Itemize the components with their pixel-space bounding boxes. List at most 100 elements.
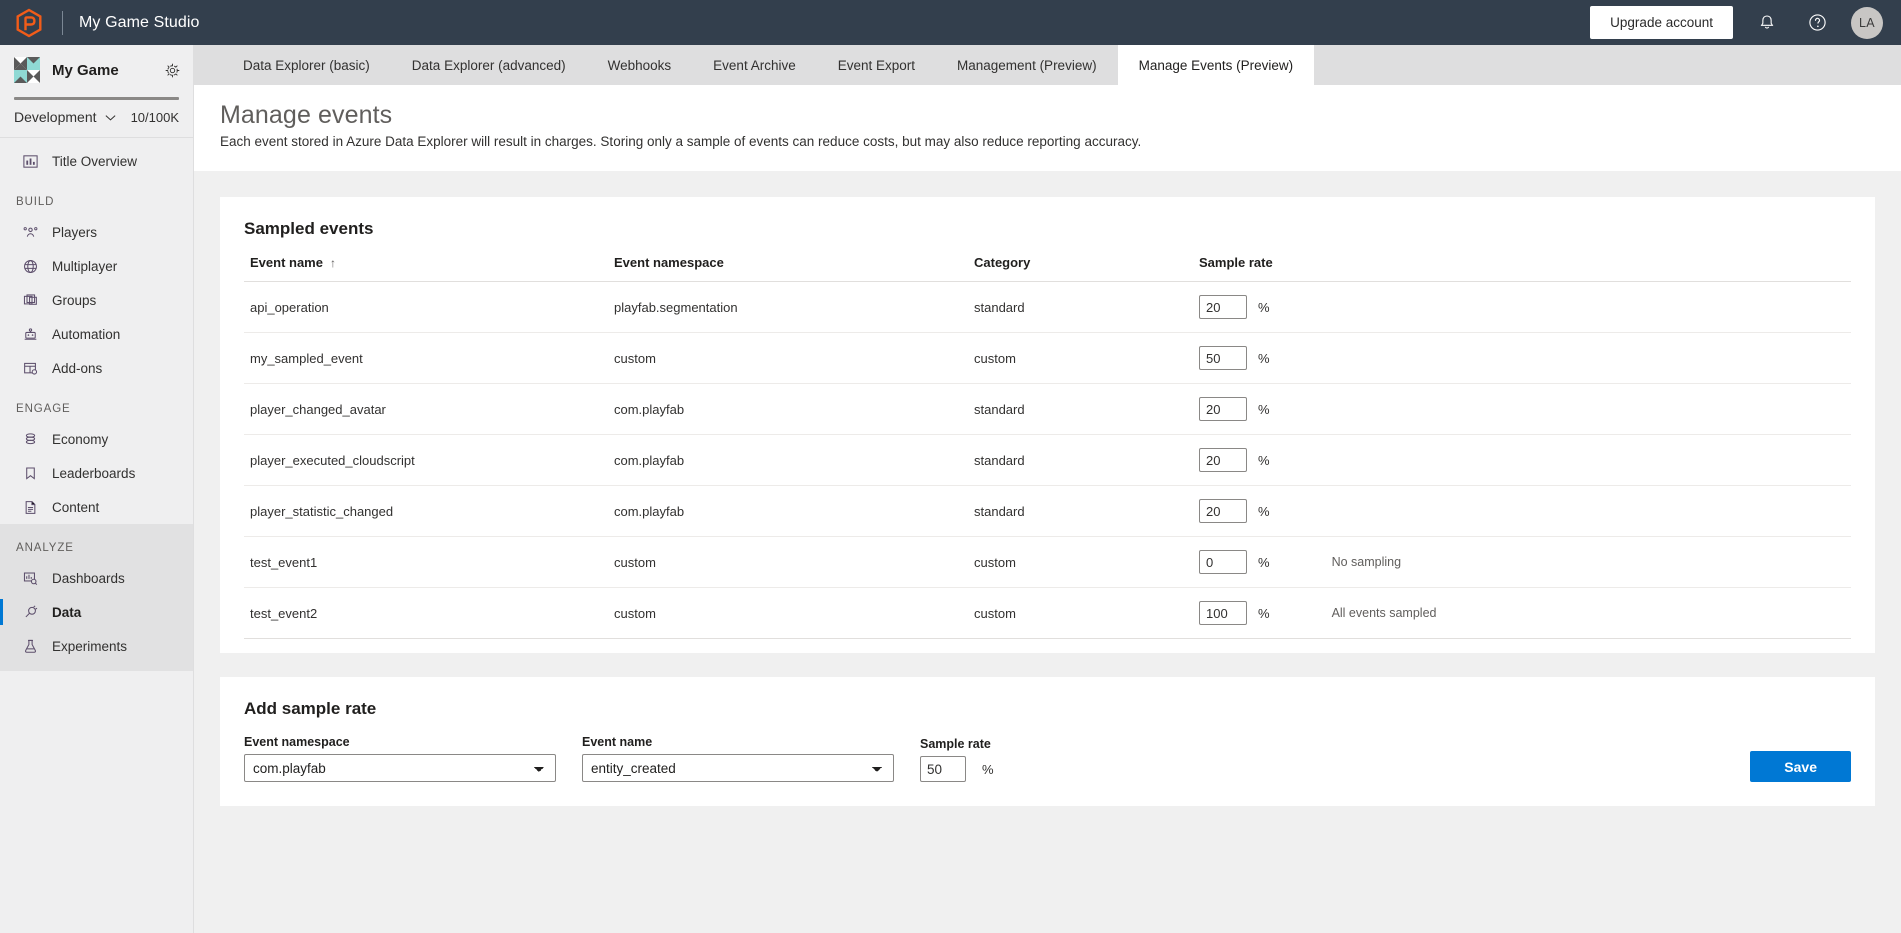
sidebar-nav: Title Overview BUILD Players [0, 138, 193, 933]
globe-icon [20, 258, 40, 275]
sample-rate-input[interactable] [1199, 550, 1247, 574]
sampled-events-card: Sampled events Event name↑ Event namespa… [220, 197, 1875, 653]
help-circle-icon[interactable] [1801, 7, 1833, 39]
sample-rate-input[interactable] [1199, 295, 1247, 319]
sidebar-item-label: Add-ons [52, 361, 102, 376]
sidebar-item-title-overview[interactable]: Title Overview [0, 144, 193, 178]
environment-selector[interactable]: Development 10/100K [0, 100, 193, 138]
sidebar-item-label: Economy [52, 432, 108, 447]
environment-label: Development [14, 109, 97, 125]
add-sample-rate-form: Event namespace com.playfab Event name e… [244, 735, 1851, 792]
cell-sample-rate: % [1199, 384, 1851, 435]
avatar[interactable]: LA [1851, 7, 1883, 39]
sample-rate-hint: No sampling [1332, 555, 1401, 569]
percent-symbol: % [1258, 606, 1270, 621]
add-sample-rate-title: Add sample rate [244, 699, 1851, 719]
tab-strip: Data Explorer (basic) Data Explorer (adv… [194, 45, 1901, 85]
tab-data-explorer-basic[interactable]: Data Explorer (basic) [222, 45, 391, 85]
cell-event-namespace: com.playfab [614, 486, 974, 537]
save-button[interactable]: Save [1750, 751, 1851, 782]
cell-event-name: my_sampled_event [244, 333, 614, 384]
cell-event-name: player_executed_cloudscript [244, 435, 614, 486]
content-area: Sampled events Event name↑ Event namespa… [194, 171, 1901, 933]
tab-management-preview[interactable]: Management (Preview) [936, 45, 1118, 85]
event-namespace-field: Event namespace com.playfab [244, 735, 556, 782]
addons-grid-icon [20, 360, 40, 377]
percent-symbol: % [1258, 453, 1270, 468]
sidebar-item-data[interactable]: Data [0, 595, 193, 629]
event-name-select[interactable]: entity_created [582, 754, 894, 782]
robot-icon [20, 326, 40, 343]
column-header-event-namespace[interactable]: Event namespace [614, 255, 974, 282]
column-header-event-name[interactable]: Event name↑ [244, 255, 614, 282]
top-bar: My Game Studio Upgrade account LA [0, 0, 1901, 45]
cell-event-namespace: playfab.segmentation [614, 282, 974, 333]
dashboard-search-icon [20, 570, 40, 587]
tab-webhooks[interactable]: Webhooks [587, 45, 693, 85]
sidebar-item-label: Content [52, 500, 99, 515]
sidebar-item-label: Groups [52, 293, 96, 308]
cell-sample-rate: % [1199, 282, 1851, 333]
sidebar-item-groups[interactable]: Groups [0, 283, 193, 317]
sidebar-section-title: ENGAGE [0, 385, 193, 422]
tab-manage-events-preview[interactable]: Manage Events (Preview) [1118, 45, 1315, 85]
sidebar-item-experiments[interactable]: Experiments [0, 629, 193, 663]
sample-rate-input[interactable] [1199, 448, 1247, 472]
sample-rate-input[interactable] [1199, 499, 1247, 523]
column-header-category[interactable]: Category [974, 255, 1199, 282]
sidebar-item-players[interactable]: Players [0, 215, 193, 249]
event-namespace-select[interactable]: com.playfab [244, 754, 556, 782]
sidebar-item-economy[interactable]: Economy [0, 422, 193, 456]
gear-icon[interactable] [164, 62, 181, 79]
sidebar-item-dashboards[interactable]: Dashboards [0, 561, 193, 595]
sample-rate-input[interactable] [1199, 601, 1247, 625]
bell-icon[interactable] [1751, 7, 1783, 39]
sampled-events-title: Sampled events [244, 219, 1851, 239]
sidebar-item-automation[interactable]: Automation [0, 317, 193, 351]
sidebar-item-multiplayer[interactable]: Multiplayer [0, 249, 193, 283]
sidebar-item-label: Players [52, 225, 97, 240]
sample-rate-label: Sample rate [920, 737, 994, 751]
usage-count: 10/100K [131, 110, 179, 125]
sample-rate-hint: All events sampled [1332, 606, 1437, 620]
tab-event-export[interactable]: Event Export [817, 45, 936, 85]
chevron-down-icon [104, 111, 117, 124]
percent-symbol: % [1258, 351, 1270, 366]
brand-group: My Game Studio [14, 8, 200, 38]
percent-symbol: % [1258, 555, 1270, 570]
cell-event-namespace: custom [614, 333, 974, 384]
sample-rate-input[interactable] [1199, 346, 1247, 370]
cell-event-namespace: com.playfab [614, 435, 974, 486]
sidebar-item-content[interactable]: Content [0, 490, 193, 524]
cell-category: standard [974, 435, 1199, 486]
sidebar-item-add-ons[interactable]: Add-ons [0, 351, 193, 385]
sidebar-section-title: BUILD [0, 178, 193, 215]
cell-category: custom [974, 588, 1199, 639]
table-header-row: Event name↑ Event namespace Category Sam… [244, 255, 1851, 282]
sample-rate-input[interactable] [1199, 397, 1247, 421]
bookmark-icon [20, 465, 40, 482]
cell-sample-rate: % [1199, 486, 1851, 537]
table-row: api_operation playfab.segmentation stand… [244, 282, 1851, 333]
tab-event-archive[interactable]: Event Archive [692, 45, 817, 85]
event-name-label: Event name [582, 735, 894, 749]
cell-sample-rate: % [1199, 333, 1851, 384]
app-shell: My Game Development 10/100K [0, 45, 1901, 933]
cell-event-name: test_event1 [244, 537, 614, 588]
percent-symbol: % [982, 762, 994, 777]
upgrade-account-button[interactable]: Upgrade account [1590, 6, 1733, 39]
game-tile-icon [14, 57, 40, 83]
column-header-sample-rate[interactable]: Sample rate [1199, 255, 1851, 282]
sidebar-item-label: Leaderboards [52, 466, 135, 481]
cell-sample-rate: % [1199, 435, 1851, 486]
sample-rate-input[interactable] [920, 756, 966, 782]
cell-event-namespace: custom [614, 537, 974, 588]
sidebar-section-analyze: ANALYZE Dashboards [0, 524, 193, 671]
game-name: My Game [52, 62, 119, 79]
cell-category: custom [974, 537, 1199, 588]
tab-data-explorer-advanced[interactable]: Data Explorer (advanced) [391, 45, 587, 85]
event-namespace-label: Event namespace [244, 735, 556, 749]
cell-sample-rate: % No sampling [1199, 537, 1851, 588]
sidebar-item-leaderboards[interactable]: Leaderboards [0, 456, 193, 490]
table-row: player_executed_cloudscript com.playfab … [244, 435, 1851, 486]
